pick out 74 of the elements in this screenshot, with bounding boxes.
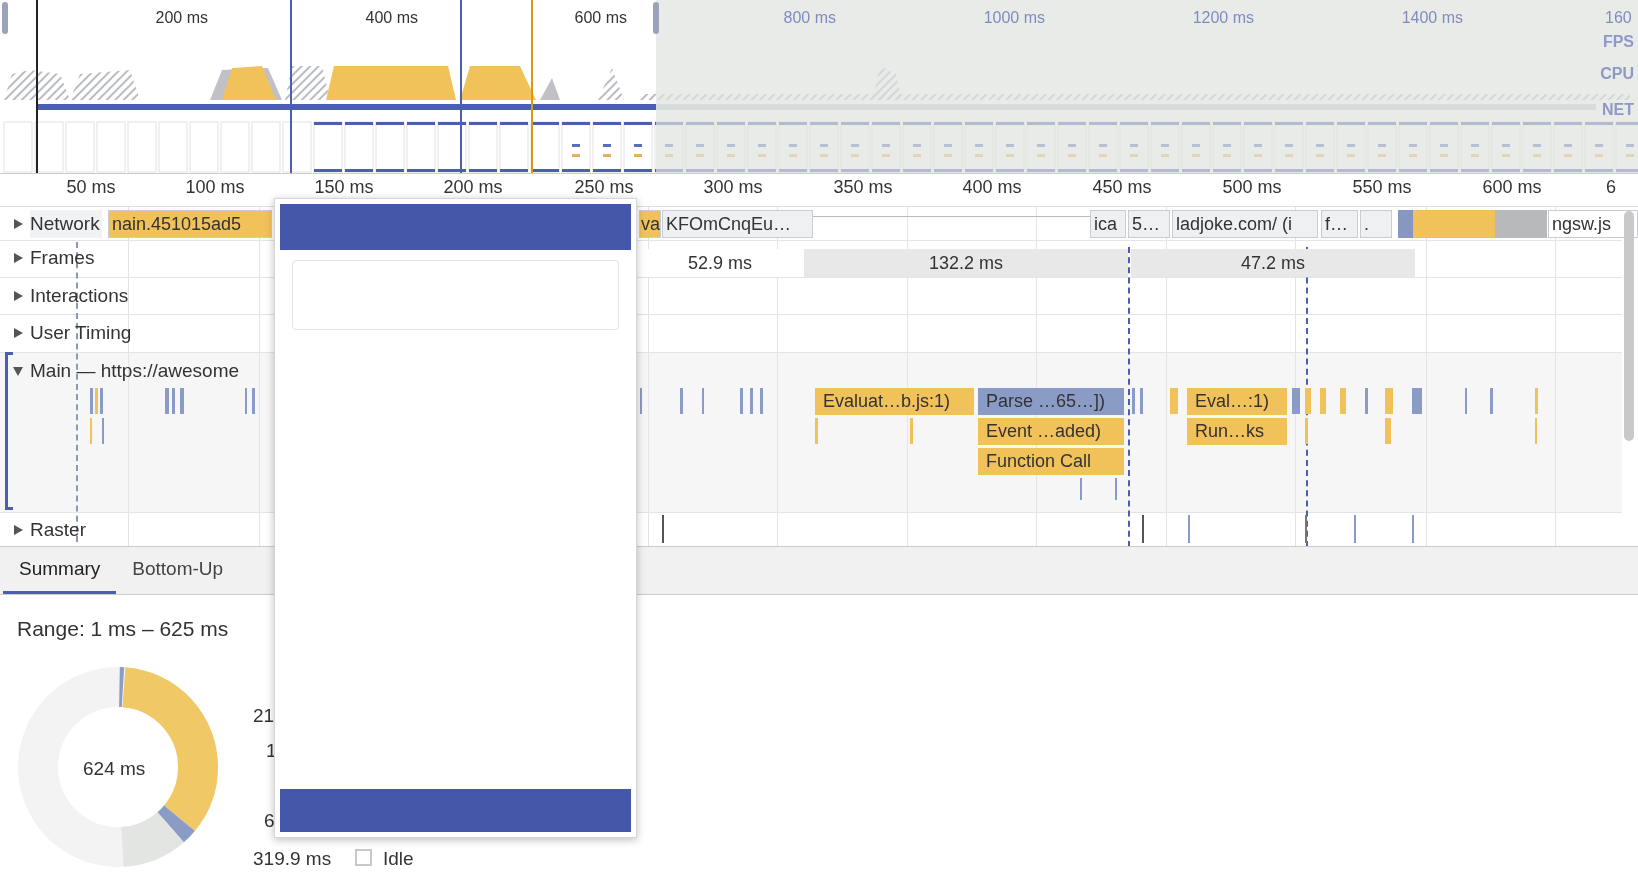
selection-marker-line[interactable] xyxy=(290,0,292,173)
flame-chart-event[interactable]: Evaluat…b.js:1) xyxy=(815,388,974,415)
time-tick-label: 400 ms xyxy=(962,178,1022,196)
flame-chart-event[interactable]: Run…ks xyxy=(1187,418,1287,445)
time-tick-label: 1200 ms xyxy=(1192,8,1254,28)
tab[interactable]: Summary xyxy=(3,547,117,594)
legend-label: Idle xyxy=(383,847,414,871)
time-tick-label: 200 ms xyxy=(155,8,208,28)
flame-chart-event[interactable]: Function Call xyxy=(978,448,1124,475)
time-tick-label: 1000 ms xyxy=(983,8,1045,28)
expand-triangle-icon[interactable] xyxy=(12,218,24,230)
network-request-bar[interactable]: 5… xyxy=(1128,210,1170,238)
network-request-bar[interactable]: ica xyxy=(1090,210,1126,238)
track-label[interactable]: Main — https://awesome xyxy=(30,356,240,386)
network-request-bar[interactable]: nain.451015ad5 xyxy=(108,210,272,238)
time-tick-label: 600 ms xyxy=(574,8,627,28)
collapse-triangle-icon[interactable] xyxy=(12,365,24,377)
expand-triangle-icon[interactable] xyxy=(12,327,24,339)
cpu-activity-area xyxy=(70,70,140,100)
lane-label: NET xyxy=(1602,100,1634,120)
network-request-bar[interactable]: KFOmCnqEu… xyxy=(662,210,813,238)
track-label[interactable]: Interactions xyxy=(30,281,129,311)
time-tick-label: 200 ms xyxy=(443,178,503,196)
network-request-bar[interactable]: . xyxy=(1360,210,1392,238)
time-tick-label: 400 ms xyxy=(365,8,418,28)
time-tick-label: 1400 ms xyxy=(1401,8,1463,28)
time-tick-label: 150 ms xyxy=(314,178,374,196)
time-tick-label: 100 ms xyxy=(185,178,245,196)
track-label[interactable]: Raster xyxy=(30,515,86,545)
track-label[interactable]: Network xyxy=(30,209,102,239)
flame-chart-event[interactable]: Parse …65…]) xyxy=(978,388,1124,415)
tab[interactable]: Bottom-Up xyxy=(116,547,240,594)
frame-bar: 132.2 ms xyxy=(804,249,1128,277)
time-tick-label: 50 ms xyxy=(66,178,116,196)
donut-total-label: 624 ms xyxy=(83,757,146,781)
network-request-bar[interactable]: ngsw.js xyxy=(1548,210,1638,238)
expand-triangle-icon[interactable] xyxy=(12,524,24,536)
time-tick-label: 450 ms xyxy=(1092,178,1152,196)
range-text: Range: 1 ms – 625 ms xyxy=(17,616,229,642)
network-request-bar[interactable]: f… xyxy=(1321,210,1358,238)
time-tick-label: 500 ms xyxy=(1222,178,1282,196)
vertical-scrollbar-thumb[interactable] xyxy=(1624,211,1634,441)
network-request-bar[interactable]: ladjoke.com/ (i xyxy=(1172,210,1318,238)
cpu-activity-area xyxy=(598,68,624,100)
time-tick-label: 160 xyxy=(1605,8,1632,28)
time-tick-label: 550 ms xyxy=(1352,178,1412,196)
idle-checkbox[interactable] xyxy=(355,849,372,866)
legend-value: 319.9 ms xyxy=(253,847,332,871)
time-tick-label: 6 xyxy=(1606,178,1616,196)
flame-chart-event[interactable]: Event …aded) xyxy=(978,418,1124,445)
cpu-activity-area xyxy=(540,78,560,100)
cpu-activity-area xyxy=(222,66,276,100)
range-handle[interactable] xyxy=(653,2,659,34)
legend-value: 21 xyxy=(253,704,275,728)
lane-label: CPU xyxy=(1600,64,1634,84)
expand-triangle-icon[interactable] xyxy=(12,252,24,264)
time-tick-label: 300 ms xyxy=(703,178,763,196)
selection-marker-line[interactable] xyxy=(531,0,533,173)
frame-bar: 47.2 ms xyxy=(1131,249,1415,277)
range-handle[interactable] xyxy=(2,2,8,34)
cpu-activity-area xyxy=(4,70,70,100)
network-request-bar[interactable]: va xyxy=(639,210,661,238)
selection-marker-line[interactable] xyxy=(460,0,462,173)
flame-chart-event[interactable]: Eval…:1) xyxy=(1187,388,1287,415)
selection-marker-line[interactable] xyxy=(36,0,38,173)
time-tick-label: 350 ms xyxy=(833,178,893,196)
lane-label: FPS xyxy=(1602,32,1634,52)
time-tick-label: 250 ms xyxy=(574,178,634,196)
track-label[interactable]: Frames xyxy=(30,243,95,273)
track-label[interactable]: User Timing xyxy=(30,318,132,348)
legend-value: 6 xyxy=(264,809,275,833)
time-tick-label: 800 ms xyxy=(783,8,836,28)
expand-triangle-icon[interactable] xyxy=(12,290,24,302)
time-tick-label: 600 ms xyxy=(1482,178,1542,196)
